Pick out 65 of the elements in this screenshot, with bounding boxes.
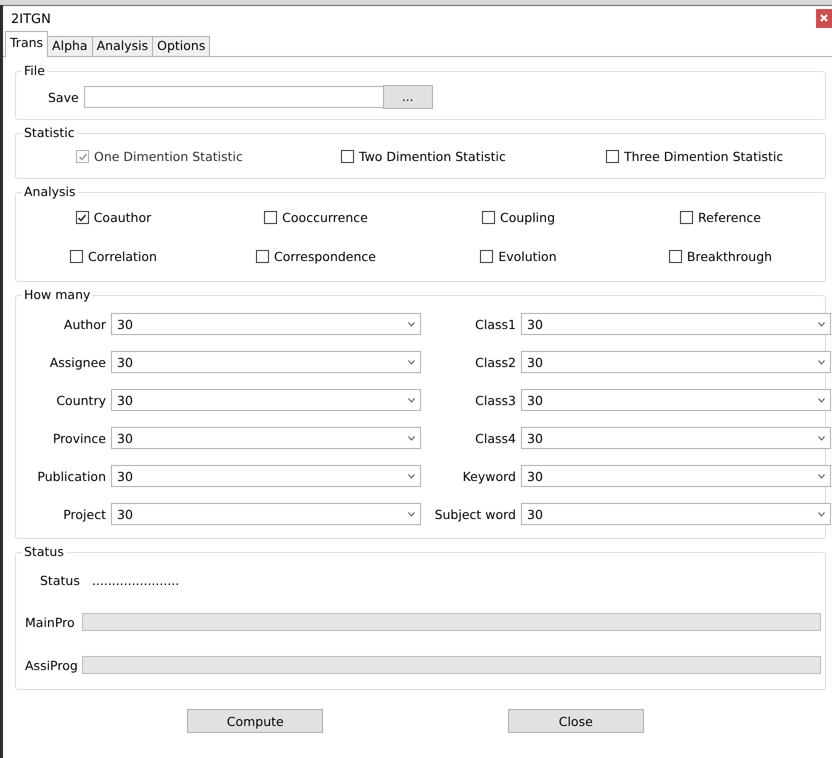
dropdown[interactable]: 30 <box>521 503 831 525</box>
checkbox-label: Breakthrough <box>686 249 772 264</box>
dropdown[interactable]: 30 <box>111 427 421 449</box>
dropdown[interactable]: 30 <box>521 351 831 373</box>
dialog-button[interactable]: Compute <box>187 709 324 733</box>
checkbox-label: Correspondence <box>274 249 376 264</box>
browse-button[interactable]: ... <box>382 85 433 109</box>
checkbox-label: Two Dimention Statistic <box>359 149 506 164</box>
field-label: Project <box>62 506 106 522</box>
dropdown[interactable]: 30 <box>521 313 831 335</box>
checkbox[interactable] <box>76 211 89 224</box>
dropdown[interactable]: 30 <box>521 389 831 411</box>
checkbox[interactable] <box>70 250 84 263</box>
dropdown[interactable]: 30 <box>111 351 421 373</box>
checkbox[interactable] <box>256 250 269 263</box>
field-label: Assignee <box>48 354 106 370</box>
group-title: Status <box>22 544 66 559</box>
group-title: File <box>22 63 47 78</box>
dropdown[interactable]: 30 <box>111 465 421 487</box>
progress-label: AssiProg <box>25 658 79 672</box>
checkbox-label: One Dimention Statistic <box>94 149 243 164</box>
field-label: Class2 <box>474 354 516 370</box>
tab[interactable]: Trans <box>5 31 48 57</box>
dropdown[interactable]: 30 <box>111 389 421 411</box>
field-label: Subject word <box>434 506 516 522</box>
tab[interactable]: Options <box>152 36 210 56</box>
checkbox-label: Three Dimention Statistic <box>624 149 784 164</box>
group-title: How many <box>22 287 92 302</box>
window-title: 2ITGN <box>11 12 51 26</box>
field-label: Class1 <box>474 316 516 332</box>
field-label: Author <box>62 316 106 332</box>
close-icon[interactable] <box>816 8 832 28</box>
checkbox[interactable] <box>480 250 494 263</box>
group-title: Statistic <box>22 125 77 140</box>
field-label: Class3 <box>474 392 516 408</box>
checkbox-label: Coauthor <box>94 210 152 225</box>
field-label: Class4 <box>474 430 516 446</box>
checkbox[interactable] <box>606 150 619 163</box>
field-label: Keyword <box>462 468 516 484</box>
checkbox[interactable] <box>341 150 354 163</box>
progress-label: MainPro <box>25 614 76 630</box>
field-label: Province <box>52 430 106 446</box>
field-label: Country <box>55 392 106 408</box>
checkbox[interactable] <box>264 211 278 224</box>
checkbox[interactable] <box>668 250 682 263</box>
checkbox-label: Correlation <box>88 249 157 264</box>
dropdown[interactable]: 30 <box>521 465 831 487</box>
dialog-button[interactable]: Close <box>508 709 644 733</box>
tab[interactable]: Analysis <box>92 36 154 56</box>
checkbox[interactable] <box>680 211 694 224</box>
status-value: ...................... <box>92 573 180 588</box>
save-path-field[interactable] <box>84 86 384 108</box>
field-label: Save <box>48 90 79 104</box>
status-label: Status <box>40 573 80 588</box>
field-label: Publication <box>36 468 106 484</box>
dropdown[interactable]: 30 <box>111 313 421 335</box>
checkbox[interactable] <box>482 211 495 224</box>
tab[interactable]: Alpha <box>47 36 93 56</box>
checkbox-label: Coupling <box>500 210 556 225</box>
group-title: Analysis <box>22 184 78 199</box>
dropdown[interactable]: 30 <box>521 427 831 449</box>
checkbox-label: Cooccurrence <box>282 210 368 225</box>
checkbox-label: Reference <box>698 210 761 225</box>
checkbox-label: Evolution <box>498 249 557 264</box>
dropdown[interactable]: 30 <box>111 503 421 525</box>
